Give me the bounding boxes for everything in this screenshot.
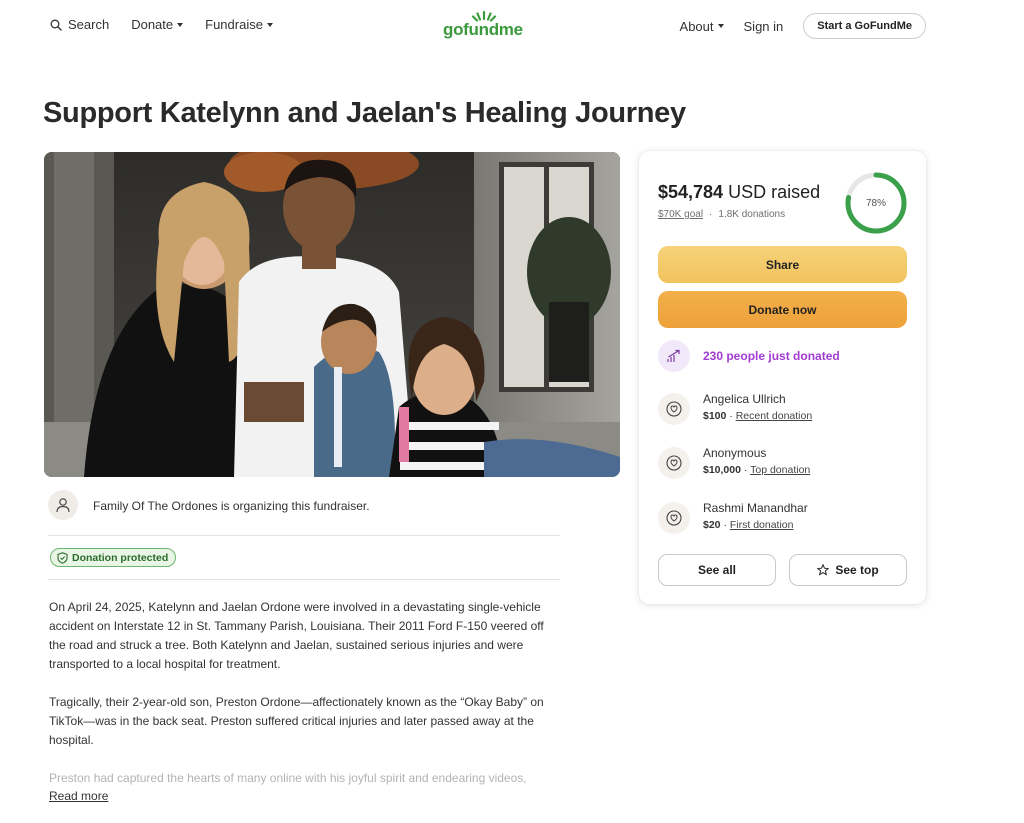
search-link[interactable]: Search [50, 17, 109, 32]
donor-tag[interactable]: Recent donation [736, 410, 812, 422]
organizer-text: Family Of The Ordones is organizing this… [93, 499, 370, 513]
see-all-button[interactable]: See all [658, 554, 776, 586]
donation-count: 1.8K donations [718, 209, 786, 220]
story-text: On April 24, 2025, Katelynn and Jaelan O… [49, 598, 559, 807]
raised-suffix: USD raised [723, 182, 821, 202]
story-paragraph: On April 24, 2025, Katelynn and Jaelan O… [49, 600, 544, 671]
signin-link[interactable]: Sign in [744, 19, 784, 34]
page-title: Support Katelynn and Jaelan's Healing Jo… [43, 97, 686, 129]
shield-icon [57, 551, 68, 564]
donor-item: Anonymous $10,000 · Top donation [658, 445, 810, 479]
see-top-label: See top [835, 563, 879, 577]
donor-tag[interactable]: First donation [730, 519, 794, 531]
hero-photo[interactable] [44, 152, 620, 477]
heart-hand-icon [658, 447, 690, 479]
donor-amount: $10,000 [703, 464, 741, 476]
chevron-down-icon [266, 22, 273, 27]
donate-menu[interactable]: Donate [131, 17, 184, 32]
donation-card: $54,784 USD raised $70K goal · 1.8K dona… [639, 151, 926, 604]
top-nav: Search Donate Fundraise gofundme About S… [0, 0, 1024, 50]
start-gofundme-label: Start a GoFundMe [817, 20, 912, 32]
donation-protected-label: Donation protected [72, 551, 169, 564]
donor-item: Angelica Ullrich $100 · Recent donation [658, 391, 812, 425]
gofundme-logo[interactable]: gofundme [443, 10, 527, 40]
raised-value: $54,784 [658, 182, 724, 202]
donation-protected-badge[interactable]: Donation protected [50, 548, 177, 567]
fundraise-menu-label: Fundraise [205, 17, 263, 32]
chevron-down-icon [717, 24, 724, 28]
fundraise-menu[interactable]: Fundraise [205, 17, 273, 32]
nav-right: About Sign in Start a GoFundMe [680, 13, 926, 39]
donate-now-button[interactable]: Donate now [658, 291, 907, 328]
chevron-down-icon [177, 22, 184, 27]
see-all-label: See all [697, 563, 737, 577]
signin-label: Sign in [743, 18, 784, 34]
donor-amount: $100 [703, 410, 727, 422]
donor-item: Rashmi Manandhar $20 · First donation [658, 500, 808, 534]
donor-name: Rashmi Manandhar [703, 501, 808, 515]
goal-link[interactable]: $70K goal [658, 209, 703, 220]
donor-meta: $10,000 · Top donation [703, 464, 811, 476]
organizer-row: Family Of The Ordones is organizing this… [48, 490, 560, 536]
protection-row: Donation protected [48, 536, 560, 580]
separator-dot: · [709, 209, 713, 220]
search-icon [50, 19, 62, 31]
trending-up-icon [658, 340, 690, 372]
search-label: Search [68, 17, 110, 32]
story-paragraph-faded: Preston had captured the hearts of many … [49, 771, 527, 785]
family-photo-image [44, 152, 620, 477]
donate-menu-label: Donate [131, 17, 174, 32]
recent-donations-trend: 230 people just donated [658, 340, 840, 372]
donor-name: Anonymous [703, 446, 767, 460]
nav-left: Search Donate Fundraise [50, 17, 295, 32]
progress-percent: 78% [865, 197, 886, 209]
donor-amount: $20 [703, 519, 721, 531]
donor-tag[interactable]: Top donation [750, 464, 810, 476]
donor-meta: $20 · First donation [703, 519, 794, 531]
donor-meta: $100 · Recent donation [703, 410, 813, 422]
read-more-link[interactable]: Read more [49, 789, 108, 803]
star-icon [817, 564, 830, 576]
donor-name: Angelica Ullrich [703, 392, 786, 406]
start-gofundme-button[interactable]: Start a GoFundMe [803, 13, 926, 39]
heart-hand-icon [658, 502, 690, 534]
goal-line: $70K goal · 1.8K donations [658, 209, 785, 220]
trend-text: 230 people just donated [703, 349, 840, 363]
user-icon [56, 498, 70, 513]
story-paragraph: Tragically, their 2-year-old son, Presto… [49, 695, 544, 747]
logo-text: gofundme [443, 20, 523, 39]
heart-hand-icon [658, 393, 690, 425]
about-menu[interactable]: About [680, 19, 724, 34]
organizer-avatar [48, 490, 78, 520]
share-button[interactable]: Share [658, 246, 907, 283]
raised-amount: $54,784 USD raised [658, 182, 820, 203]
see-top-button[interactable]: See top [789, 554, 907, 586]
about-menu-label: About [679, 18, 714, 34]
